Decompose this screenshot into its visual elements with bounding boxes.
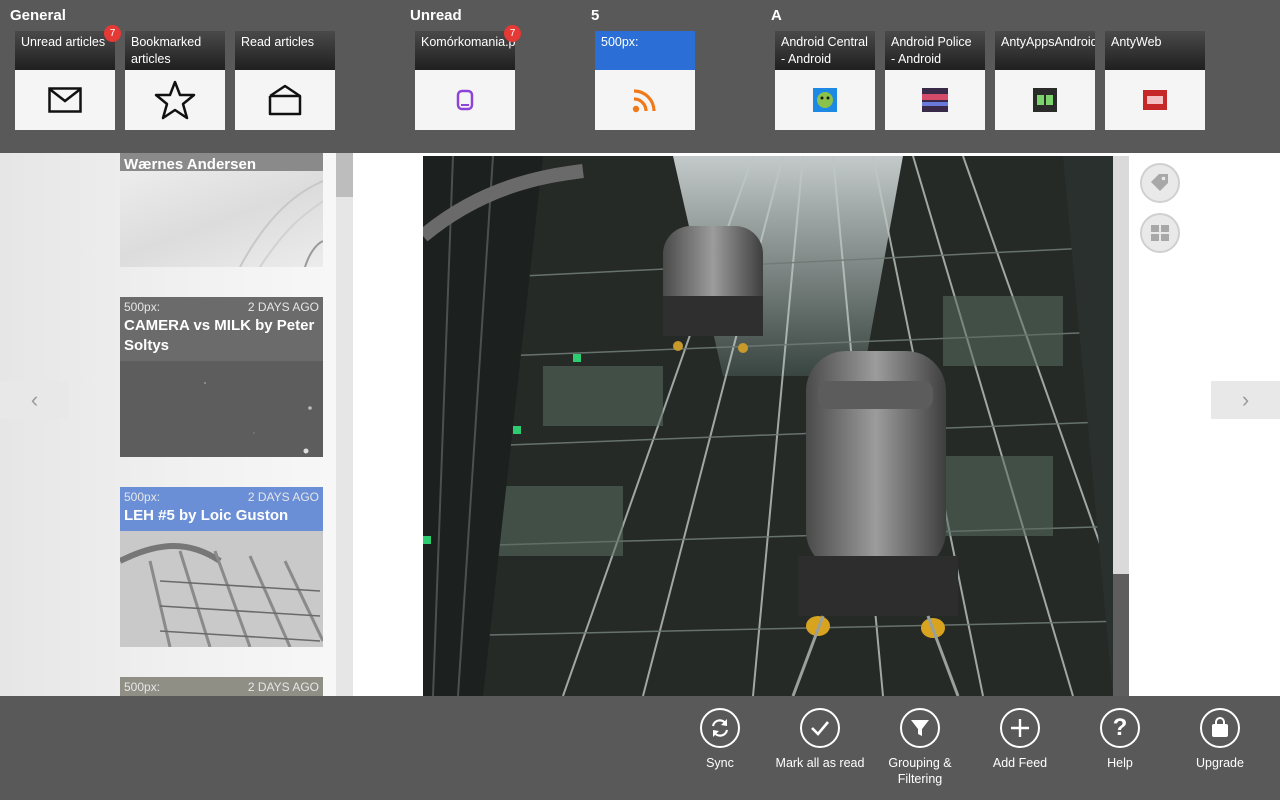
add-feed-button[interactable]: Add Feed <box>970 708 1070 771</box>
group-title-unread[interactable]: Unread <box>410 7 462 24</box>
tile-android-police[interactable]: Android Police - Android <box>885 31 985 130</box>
unread-count-badge: 7 <box>104 25 121 42</box>
card-header: 500px: 2 DAYS AGO LEH #5 by Loic Guston <box>120 487 323 531</box>
previous-article-button[interactable]: ‹ <box>0 381 69 419</box>
star-icon <box>125 70 225 130</box>
komorkomania-logo-icon <box>415 70 515 130</box>
tile-500px[interactable]: 500px: <box>595 31 695 130</box>
tile-label: Android Police - Android <box>885 31 985 70</box>
mail-icon <box>15 70 115 130</box>
photo-scrollbar[interactable] <box>1113 156 1129 696</box>
scrollbar-thumb[interactable] <box>1113 156 1129 574</box>
unread-count-badge: 7 <box>504 25 521 42</box>
tile-label: Komórkomania.p <box>415 31 515 70</box>
shopping-bag-icon <box>1200 708 1240 748</box>
group-title-5[interactable]: 5 <box>591 7 599 24</box>
article-source: 500px: <box>124 680 161 694</box>
rss-icon <box>595 70 695 130</box>
article-photo <box>423 156 1129 696</box>
article-source: 500px: <box>124 490 161 504</box>
sync-label: Sync <box>706 756 734 770</box>
tile-label: Read articles <box>235 31 335 70</box>
mark-all-label: Mark all as read <box>775 756 865 770</box>
next-article-button[interactable]: › <box>1211 381 1280 419</box>
grid-icon <box>1151 225 1169 241</box>
group-title-a[interactable]: A <box>771 7 782 24</box>
android-central-logo-icon <box>775 70 875 130</box>
grouping-filtering-button[interactable]: Grouping & Filtering <box>870 708 970 787</box>
upgrade-button[interactable]: Upgrade <box>1170 708 1270 771</box>
android-police-logo-icon <box>885 70 985 130</box>
tag-button[interactable] <box>1140 163 1180 203</box>
tile-komorkomania[interactable]: Komórkomania.p <box>415 31 515 130</box>
app-bar: Sync Mark all as read Grouping & Filteri… <box>0 696 1280 800</box>
tile-label: Bookmarked articles <box>125 31 225 70</box>
tile-read-articles[interactable]: Read articles <box>235 31 335 130</box>
antyweb-logo-icon <box>1105 70 1205 130</box>
help-label: Help <box>1107 756 1133 770</box>
article-thumbnail <box>120 531 323 647</box>
article-title: CAMERA vs MILK by Peter Soltys <box>124 317 315 354</box>
list-item[interactable]: Wærnes Andersen <box>120 153 323 267</box>
tile-antyapps-android[interactable]: AntyAppsAndroid <box>995 31 1095 130</box>
tile-android-central[interactable]: Android Central - Android <box>775 31 875 130</box>
group-title-general[interactable]: General <box>10 7 66 24</box>
tile-label: AntyWeb <box>1105 31 1205 70</box>
mark-all-as-read-button[interactable]: Mark all as read <box>770 708 870 771</box>
card-header: 500px: 2 DAYS AGO <box>120 677 323 696</box>
list-item[interactable]: 500px: 2 DAYS AGO LEH #5 by Loic Guston <box>120 487 323 647</box>
checkmark-icon <box>800 708 840 748</box>
chevron-left-icon: ‹ <box>30 387 39 412</box>
chevron-right-icon: › <box>1241 387 1250 412</box>
card-header: Wærnes Andersen <box>120 153 323 173</box>
tile-antyweb[interactable]: AntyWeb <box>1105 31 1205 130</box>
article-thumbnail <box>204 382 312 454</box>
article-source: 500px: <box>124 300 161 314</box>
tile-bookmarked-articles[interactable]: Bookmarked articles <box>125 31 225 130</box>
upgrade-label: Upgrade <box>1196 756 1244 770</box>
article-age: 2 DAYS AGO <box>247 300 319 314</box>
sync-button[interactable]: Sync <box>670 708 770 771</box>
article-age: 2 DAYS AGO <box>247 680 319 694</box>
tag-icon <box>1151 174 1168 191</box>
tile-label: 500px: <box>595 31 695 70</box>
grouping-label: Grouping & Filtering <box>888 756 952 786</box>
list-item[interactable]: 500px: 2 DAYS AGO <box>120 677 323 696</box>
article-thumbnail <box>239 180 323 267</box>
question-icon: ? <box>1100 708 1140 748</box>
plus-icon <box>1000 708 1040 748</box>
article-list-scrollbar[interactable] <box>336 153 353 696</box>
antyapps-logo-icon <box>995 70 1095 130</box>
article-list[interactable]: Wærnes Andersen 500px: 2 DAYS AGO CAMERA … <box>120 153 323 696</box>
card-header: 500px: 2 DAYS AGO CAMERA vs MILK by Peter… <box>120 297 323 361</box>
tile-label: Unread articles <box>15 31 115 70</box>
tile-label: Android Central - Android <box>775 31 875 70</box>
article-title: LEH #5 by Loic Guston <box>124 507 289 524</box>
sync-icon <box>700 708 740 748</box>
tile-label: AntyAppsAndroid <box>995 31 1095 70</box>
help-button[interactable]: ? Help <box>1070 708 1170 771</box>
open-envelope-icon <box>235 70 335 130</box>
list-item[interactable]: 500px: 2 DAYS AGO CAMERA vs MILK by Peter… <box>120 297 323 457</box>
filter-icon <box>900 708 940 748</box>
layout-button[interactable] <box>1140 213 1180 253</box>
article-age: 2 DAYS AGO <box>247 490 319 504</box>
scrollbar-thumb[interactable] <box>336 153 353 197</box>
feed-tiles-bar: General Unread 5 A Unread articles 7 Boo… <box>0 0 1280 153</box>
tile-unread-articles[interactable]: Unread articles <box>15 31 115 130</box>
add-feed-label: Add Feed <box>992 756 1048 770</box>
